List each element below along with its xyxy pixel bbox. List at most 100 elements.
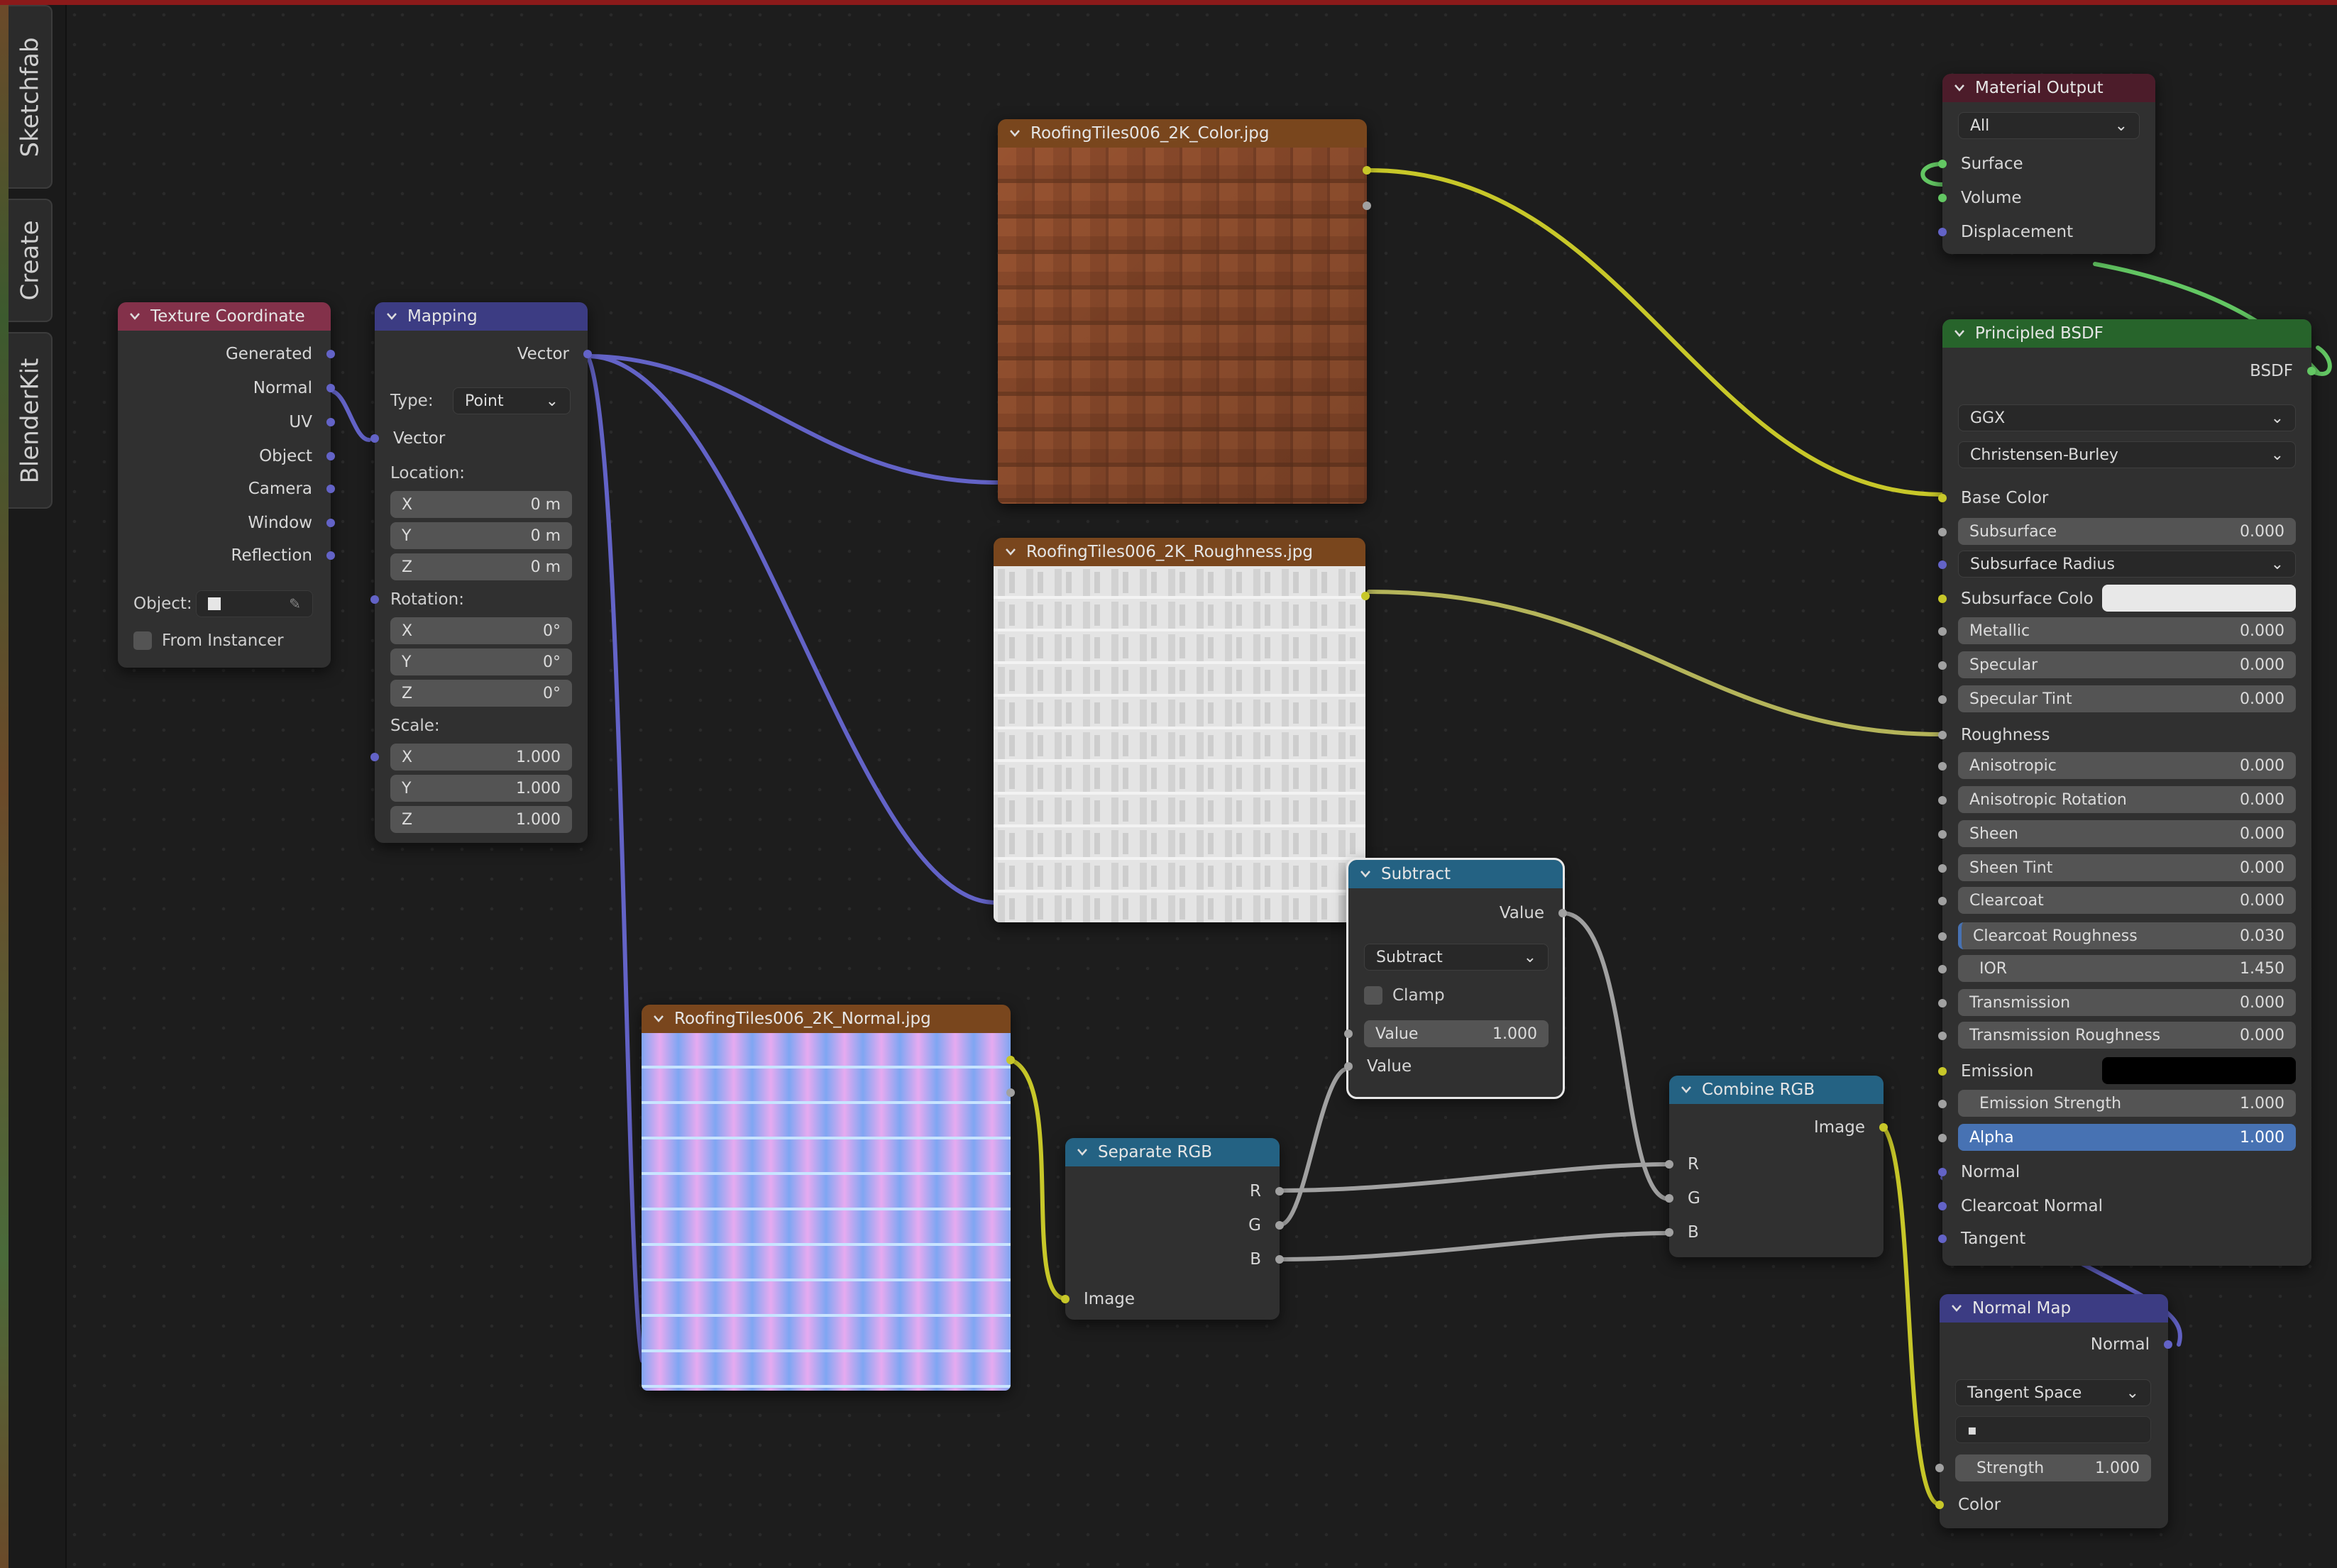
value-socket[interactable] [1665,1194,1673,1203]
emission-color-swatch[interactable] [2102,1057,2296,1084]
value-socket[interactable] [1938,731,1947,739]
value-socket[interactable] [1938,897,1947,905]
scale-z-field[interactable]: Z 1.000 [390,806,572,833]
alpha-output-socket[interactable] [1363,201,1371,210]
object-picker[interactable]: ✎ [196,590,313,617]
value-socket[interactable] [1938,864,1947,873]
texture-coordinate-node[interactable]: Texture Coordinate Generated Normal UV O… [118,302,335,668]
location-z-field[interactable]: Z 0 m [390,553,572,580]
space-dropdown[interactable]: Tangent Space ⌄ [1955,1379,2151,1406]
clamp-checkbox[interactable]: Clamp [1348,982,1563,1009]
sheen-tint-field[interactable]: Sheen Tint 0.000 [1958,854,2296,881]
value-field[interactable]: Value 1.000 [1344,1020,1549,1047]
value-socket[interactable] [1938,796,1947,805]
collapse-icon[interactable] [129,312,141,321]
rotation-x-field[interactable]: X 0° [390,617,572,644]
distribution-dropdown[interactable]: GGX ⌄ [1958,404,2296,431]
collapse-icon[interactable] [1954,329,1965,338]
collapse-icon[interactable] [1681,1086,1692,1094]
color-socket[interactable] [1061,1295,1069,1303]
location-x-field[interactable]: X 0 m [390,491,572,518]
subsurface-radius-dropdown[interactable]: Subsurface Radius ⌄ [1958,551,2296,578]
rotation-y-field[interactable]: Y 0° [390,648,572,675]
value-socket[interactable] [1938,627,1947,636]
image-texture-normal-node[interactable]: RoofingTiles006_2K_Normal.jpg [642,1005,1015,1391]
node-header[interactable]: RoofingTiles006_2K_Roughness.jpg [994,538,1365,566]
vector-socket[interactable] [326,350,335,358]
collapse-icon[interactable] [1954,84,1965,92]
collapse-icon[interactable] [1077,1148,1088,1156]
subsurface-field[interactable]: Subsurface 0.000 [1958,518,2296,545]
ior-field[interactable]: IOR 1.450 [1958,955,2296,982]
color-socket[interactable] [1938,494,1947,502]
operation-dropdown[interactable]: Subtract ⌄ [1364,944,1549,971]
value-socket[interactable] [1938,999,1947,1007]
value-socket[interactable] [1938,661,1947,670]
vector-socket[interactable] [370,434,379,443]
value-socket[interactable] [1938,932,1947,941]
collapse-icon[interactable] [1951,1304,1962,1313]
from-instancer-checkbox[interactable]: From Instancer [118,627,331,654]
uv-map-field[interactable]: ▪ [1955,1416,2151,1443]
node-header[interactable]: Separate RGB [1065,1138,1280,1166]
value-socket[interactable] [1938,695,1947,704]
image-texture-color-node[interactable]: RoofingTiles006_2K_Color.jpg [998,119,1371,504]
node-header[interactable]: Principled BSDF [1942,319,2311,348]
checkbox[interactable] [133,631,152,650]
value-socket[interactable] [1938,528,1947,536]
collapse-icon[interactable] [1009,129,1021,138]
vector-socket[interactable] [326,452,335,460]
value-socket[interactable] [1665,1228,1673,1237]
type-dropdown[interactable]: Point ⌄ [453,387,571,414]
collapse-icon[interactable] [653,1015,664,1023]
node-header[interactable]: Combine RGB [1669,1076,1884,1104]
vector-socket[interactable] [1938,561,1947,569]
value-socket[interactable] [1938,1100,1947,1108]
value-socket[interactable] [1938,1032,1947,1040]
vector-socket[interactable] [583,350,592,358]
collapse-icon[interactable] [1005,548,1016,556]
vector-socket[interactable] [2164,1340,2172,1349]
combine-rgb-node[interactable]: Combine RGB Image R G B [1665,1076,1888,1257]
color-output-socket[interactable] [1361,592,1370,600]
value-socket[interactable] [1275,1187,1284,1196]
node-header[interactable]: Texture Coordinate [118,302,331,331]
clearcoat-roughness-field[interactable]: Clearcoat Roughness 0.030 [1958,922,2296,949]
value-socket[interactable] [1344,1029,1353,1038]
value-socket[interactable] [1938,830,1947,839]
vector-socket[interactable] [326,418,335,426]
value-socket[interactable] [1558,909,1567,917]
color-output-socket[interactable] [1363,166,1371,175]
scale-y-field[interactable]: Y 1.000 [390,775,572,802]
transmission-roughness-field[interactable]: Transmission Roughness 0.000 [1958,1022,2296,1049]
normal-map-node[interactable]: Normal Map Normal Tangent Space ⌄ ▪ Stren… [1935,1294,2172,1528]
color-socket[interactable] [1938,595,1947,603]
color-socket[interactable] [1935,1501,1944,1509]
anisotropic-rotation-field[interactable]: Anisotropic Rotation 0.000 [1958,786,2296,813]
node-header[interactable]: Normal Map [1940,1294,2168,1323]
color-socket[interactable] [1879,1123,1888,1132]
rotation-z-field[interactable]: Z 0° [390,680,572,707]
vector-socket[interactable] [370,753,379,761]
value-socket[interactable] [1665,1160,1673,1169]
location-y-field[interactable]: Y 0 m [390,522,572,549]
node-header[interactable]: Subtract [1348,860,1563,888]
specular-field[interactable]: Specular 0.000 [1958,651,2296,678]
node-header[interactable]: RoofingTiles006_2K_Normal.jpg [642,1005,1011,1033]
shader-socket[interactable] [1938,194,1947,202]
metallic-field[interactable]: Metallic 0.000 [1958,617,2296,644]
value-socket[interactable] [1938,762,1947,771]
collapse-icon[interactable] [386,312,397,321]
clearcoat-field[interactable]: Clearcoat 0.000 [1958,887,2296,914]
eyedropper-icon[interactable]: ✎ [289,595,301,612]
vector-socket[interactable] [326,519,335,527]
alpha-output-socket[interactable] [1006,1088,1015,1097]
image-texture-roughness-node[interactable]: RoofingTiles006_2K_Roughness.jpg [994,538,1370,922]
value-socket[interactable] [1275,1221,1284,1230]
alpha-field[interactable]: Alpha 1.000 [1958,1124,2296,1151]
vector-socket[interactable] [326,384,335,392]
color-socket[interactable] [1938,1067,1947,1076]
sheen-field[interactable]: Sheen 0.000 [1958,820,2296,847]
value-socket[interactable] [1275,1255,1284,1264]
checkbox[interactable] [1364,986,1382,1005]
